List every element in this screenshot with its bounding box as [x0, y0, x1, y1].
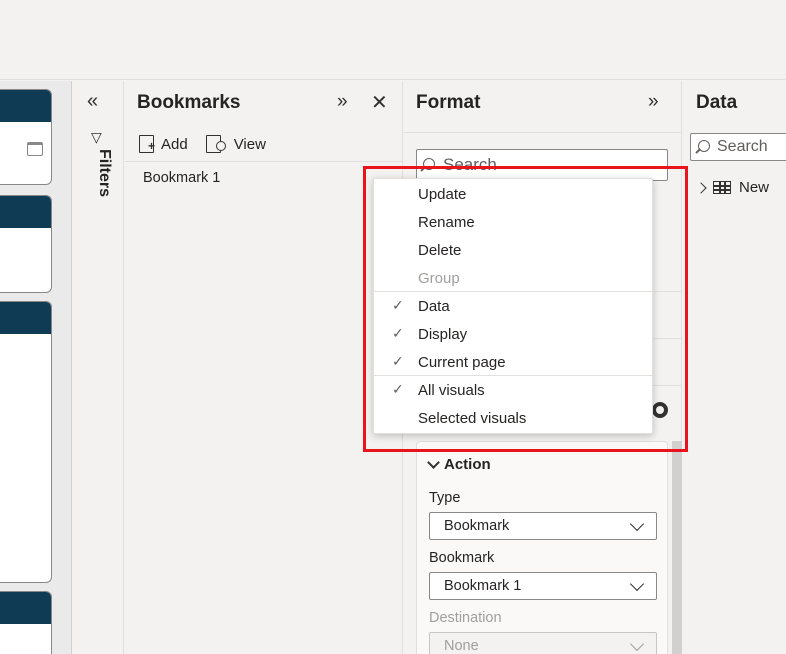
- bookmarks-pane: Bookmarks » ✕ Add View Bookmark 1: [125, 81, 403, 654]
- data-search-input[interactable]: Search: [690, 133, 786, 161]
- type-label: Type: [429, 490, 461, 506]
- add-bookmark-button[interactable]: Add: [139, 135, 188, 153]
- search-icon: [698, 140, 710, 152]
- double-chevron-right-icon[interactable]: »: [337, 91, 348, 113]
- destination-dropdown-value: None: [444, 638, 479, 654]
- visual-card[interactable]: [0, 89, 52, 185]
- chevron-down-icon: [629, 636, 645, 652]
- bookmarks-toolbar: Add View: [139, 131, 266, 157]
- destination-dropdown[interactable]: None: [429, 632, 657, 654]
- action-section-header[interactable]: Action: [427, 456, 491, 473]
- view-bookmark-label: View: [233, 135, 266, 153]
- bookmarks-title: Bookmarks: [137, 92, 241, 113]
- filter-icon: ▽: [91, 129, 102, 145]
- bookmark-dropdown[interactable]: Bookmark 1: [429, 572, 657, 600]
- type-dropdown[interactable]: Bookmark: [429, 512, 657, 540]
- type-dropdown-value: Bookmark: [444, 518, 510, 534]
- chevron-down-icon: [427, 456, 440, 469]
- bookmark-label: Bookmark: [429, 550, 495, 566]
- filters-toggle[interactable]: ▽ Filters: [87, 129, 113, 209]
- visual-card-header: [0, 90, 51, 122]
- report-canvas: [0, 81, 72, 654]
- chevron-down-icon: [629, 516, 645, 532]
- filters-pane: « ▽ Filters: [73, 81, 124, 654]
- data-table-item[interactable]: New: [695, 179, 770, 196]
- bookmark-dropdown-value: Bookmark 1: [444, 578, 522, 594]
- highlight-box: [363, 166, 688, 452]
- divider: [125, 161, 403, 162]
- visual-card-header: [0, 302, 51, 334]
- add-bookmark-label: Add: [161, 135, 188, 153]
- visual-card-header: [0, 592, 51, 624]
- action-header-label: Action: [444, 456, 491, 473]
- bookmark-add-icon: [139, 135, 155, 153]
- destination-label: Destination: [429, 610, 502, 626]
- visual-card[interactable]: [0, 301, 52, 583]
- double-chevron-right-icon[interactable]: »: [648, 91, 659, 113]
- power-bi-window: « ▽ Filters Bookmarks » ✕ Add View Bookm…: [0, 0, 786, 654]
- visual-card[interactable]: [0, 591, 52, 654]
- format-title: Format: [416, 92, 481, 113]
- data-title: Data: [696, 92, 738, 113]
- visual-card[interactable]: [0, 195, 52, 293]
- bookmark-view-icon: [205, 135, 228, 153]
- calendar-icon: [27, 142, 43, 156]
- chevron-right-icon[interactable]: [695, 181, 707, 194]
- divider: [404, 132, 682, 133]
- data-pane: Data Search New: [683, 81, 786, 654]
- chevron-down-icon: [629, 576, 645, 592]
- view-bookmark-button[interactable]: View: [205, 135, 266, 153]
- data-table-label: New: [739, 179, 770, 196]
- table-icon: [713, 181, 731, 194]
- ribbon-area: [0, 0, 786, 80]
- visual-card-header: [0, 196, 51, 228]
- scrollbar[interactable]: [672, 441, 682, 654]
- bookmark-item[interactable]: Bookmark 1: [143, 170, 220, 186]
- close-icon[interactable]: ✕: [371, 90, 388, 115]
- double-chevron-left-icon[interactable]: «: [87, 91, 98, 111]
- data-search-placeholder: Search: [717, 138, 768, 155]
- filters-label: Filters: [96, 149, 113, 198]
- action-card: Action Type Bookmark Bookmark Bookmark 1…: [416, 441, 668, 654]
